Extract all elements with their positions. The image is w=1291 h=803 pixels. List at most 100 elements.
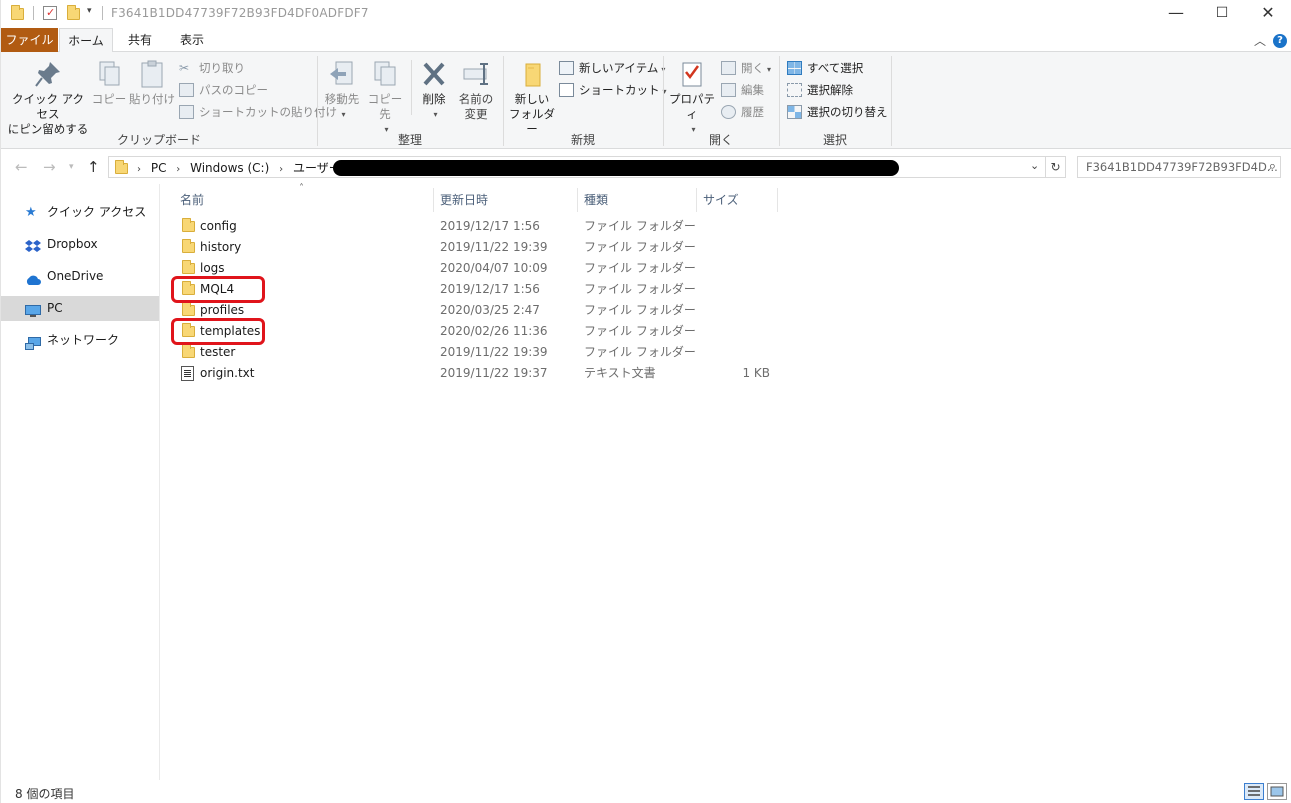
- table-row[interactable]: templates 2020/02/26 11:36 ファイル フォルダー: [173, 321, 933, 342]
- up-icon[interactable]: ↑: [87, 158, 100, 176]
- clipboard-group-label: クリップボード: [116, 133, 201, 147]
- file-name: history: [200, 240, 242, 254]
- column-header-name[interactable]: 名前: [175, 188, 434, 212]
- properties-button[interactable]: プロパティ ▾: [667, 58, 717, 137]
- table-row[interactable]: profiles 2020/03/25 2:47 ファイル フォルダー: [173, 300, 933, 321]
- table-row[interactable]: history 2019/11/22 19:39 ファイル フォルダー: [173, 237, 933, 258]
- properties-icon[interactable]: ✓: [43, 6, 57, 20]
- file-modified: 2019/12/17 1:56: [440, 282, 540, 296]
- redacted-path: [333, 160, 899, 176]
- open-button[interactable]: 開く ▾: [721, 58, 777, 78]
- chevron-right-icon: ›: [137, 164, 141, 175]
- recent-locations-icon[interactable]: ▾: [69, 162, 74, 172]
- tab-share[interactable]: 共有: [115, 28, 165, 52]
- paste-shortcut-button[interactable]: ショートカットの貼り付け: [179, 102, 337, 122]
- refresh-icon[interactable]: ↻: [1046, 156, 1066, 178]
- file-modified: 2020/04/07 10:09: [440, 261, 548, 275]
- folder-icon: [182, 344, 195, 358]
- new-item-button[interactable]: 新しいアイテム▾: [559, 58, 665, 78]
- large-icons-view-icon[interactable]: [1267, 783, 1287, 800]
- chevron-right-icon[interactable]: ›: [176, 164, 180, 175]
- file-size: 1 KB: [742, 366, 770, 380]
- easy-access-button[interactable]: ショートカット ▾: [559, 80, 667, 100]
- breadcrumb-drive[interactable]: Windows (C:): [190, 161, 269, 175]
- copy-button[interactable]: コピー: [91, 58, 127, 107]
- column-header-type[interactable]: 種類: [579, 188, 697, 212]
- nav-item-onedrive[interactable]: OneDrive: [1, 264, 159, 289]
- delete-button[interactable]: 削除 ▾: [415, 58, 453, 122]
- breadcrumb-pc[interactable]: PC: [151, 161, 167, 175]
- table-row[interactable]: config 2019/12/17 1:56 ファイル フォルダー: [173, 216, 933, 237]
- cut-button[interactable]: ✂ 切り取り: [179, 58, 315, 78]
- select-all-icon: [787, 61, 802, 75]
- copy-path-button[interactable]: パスのコピー: [179, 80, 315, 100]
- details-view-icon[interactable]: [1244, 783, 1264, 800]
- new-item-label: 新しいアイテム: [579, 61, 659, 75]
- window-title: F3641B1DD47739F72B93FD4DF0ADFDF7: [111, 6, 369, 20]
- nav-item-pc[interactable]: PC: [1, 296, 159, 321]
- paste-icon: [136, 58, 168, 90]
- highlight-box-mql4: [171, 276, 265, 303]
- search-placeholder: F3641B1DD47739F72B93FD4D...: [1086, 160, 1278, 174]
- nav-item-dropbox[interactable]: Dropbox: [1, 232, 159, 257]
- divider: [102, 6, 103, 20]
- file-modified: 2019/11/22 19:39: [440, 345, 548, 359]
- file-modified: 2019/11/22 19:37: [440, 366, 548, 380]
- nav-item-quick-access[interactable]: ★ クイック アクセス: [1, 200, 159, 225]
- folder-icon: [182, 239, 195, 253]
- paste-button[interactable]: 貼り付け: [129, 58, 175, 107]
- close-button[interactable]: ✕: [1245, 0, 1291, 26]
- column-header-modified[interactable]: 更新日時: [435, 188, 578, 212]
- pin-label-line1: クイック アクセス: [11, 92, 85, 121]
- nav-item-label: Dropbox: [47, 237, 98, 251]
- select-group-label: 選択: [822, 133, 847, 147]
- file-type: ファイル フォルダー: [584, 240, 696, 254]
- file-modified: 2019/12/17 1:56: [440, 219, 540, 233]
- table-row[interactable]: origin.txt 2019/11/22 19:37 テキスト文書 1 KB: [173, 363, 933, 384]
- search-input[interactable]: F3641B1DD47739F72B93FD4D... ⌕: [1077, 156, 1281, 178]
- maximize-button[interactable]: ☐: [1199, 0, 1245, 26]
- table-row[interactable]: logs 2020/04/07 10:09 ファイル フォルダー: [173, 258, 933, 279]
- pin-to-quick-access-button[interactable]: クイック アクセス にピン留めする: [7, 58, 89, 137]
- select-none-button[interactable]: 選択解除: [787, 80, 891, 100]
- nav-item-label: ネットワーク: [47, 333, 120, 347]
- table-row[interactable]: MQL4 2019/12/17 1:56 ファイル フォルダー: [173, 279, 933, 300]
- file-name: config: [200, 219, 237, 233]
- nav-item-label: PC: [47, 301, 63, 315]
- forward-icon[interactable]: →: [43, 158, 56, 176]
- edit-button[interactable]: 編集: [721, 80, 777, 100]
- chevron-right-icon[interactable]: ›: [279, 164, 283, 175]
- rename-button[interactable]: 名前の 変更: [455, 58, 497, 122]
- copy-to-button[interactable]: コピー先 ▾: [363, 58, 407, 137]
- collapse-ribbon-icon[interactable]: ︿: [1254, 32, 1266, 49]
- open-small-buttons: 開く ▾ 編集 履歴: [721, 58, 777, 122]
- back-icon[interactable]: ←: [15, 158, 28, 176]
- dropbox-icon: [25, 238, 41, 252]
- column-header-size[interactable]: サイズ: [698, 188, 778, 212]
- item-count: 8 個の項目: [15, 787, 75, 801]
- navigation-bar: ← → ▾ ↑ › PC › Windows (C:) › ユーザー › ⌄ ↻…: [1, 150, 1291, 184]
- address-bar[interactable]: › PC › Windows (C:) › ユーザー › ⌄: [108, 156, 1046, 178]
- minimize-button[interactable]: —: [1153, 0, 1199, 26]
- new-folder-label-line1: 新しい: [514, 92, 550, 106]
- table-row[interactable]: tester 2019/11/22 19:39 ファイル フォルダー: [173, 342, 933, 363]
- customize-toolbar-icon[interactable]: ▾: [87, 6, 92, 16]
- folder-icon: [182, 302, 195, 316]
- tab-file[interactable]: ファイル: [1, 28, 58, 52]
- address-dropdown-icon[interactable]: ⌄: [1030, 159, 1039, 172]
- tab-view[interactable]: 表示: [167, 28, 217, 52]
- nav-item-network[interactable]: ネットワーク: [1, 328, 159, 353]
- new-folder-icon[interactable]: [67, 5, 80, 20]
- paste-shortcut-icon: [179, 105, 194, 119]
- new-folder-button[interactable]: 新しい フォルダー: [507, 58, 557, 137]
- help-icon[interactable]: ?: [1273, 34, 1287, 48]
- history-button[interactable]: 履歴: [721, 102, 777, 122]
- move-to-button[interactable]: 移動先 ▾: [321, 58, 363, 122]
- organize-group-label: 整理: [397, 133, 422, 147]
- file-modified: 2019/11/22 19:39: [440, 240, 548, 254]
- divider: [33, 6, 34, 20]
- tab-home[interactable]: ホーム: [59, 28, 113, 53]
- status-bar: 8 個の項目: [1, 780, 1291, 803]
- select-all-button[interactable]: すべて選択: [787, 58, 891, 78]
- invert-selection-button[interactable]: 選択の切り替え: [787, 102, 891, 122]
